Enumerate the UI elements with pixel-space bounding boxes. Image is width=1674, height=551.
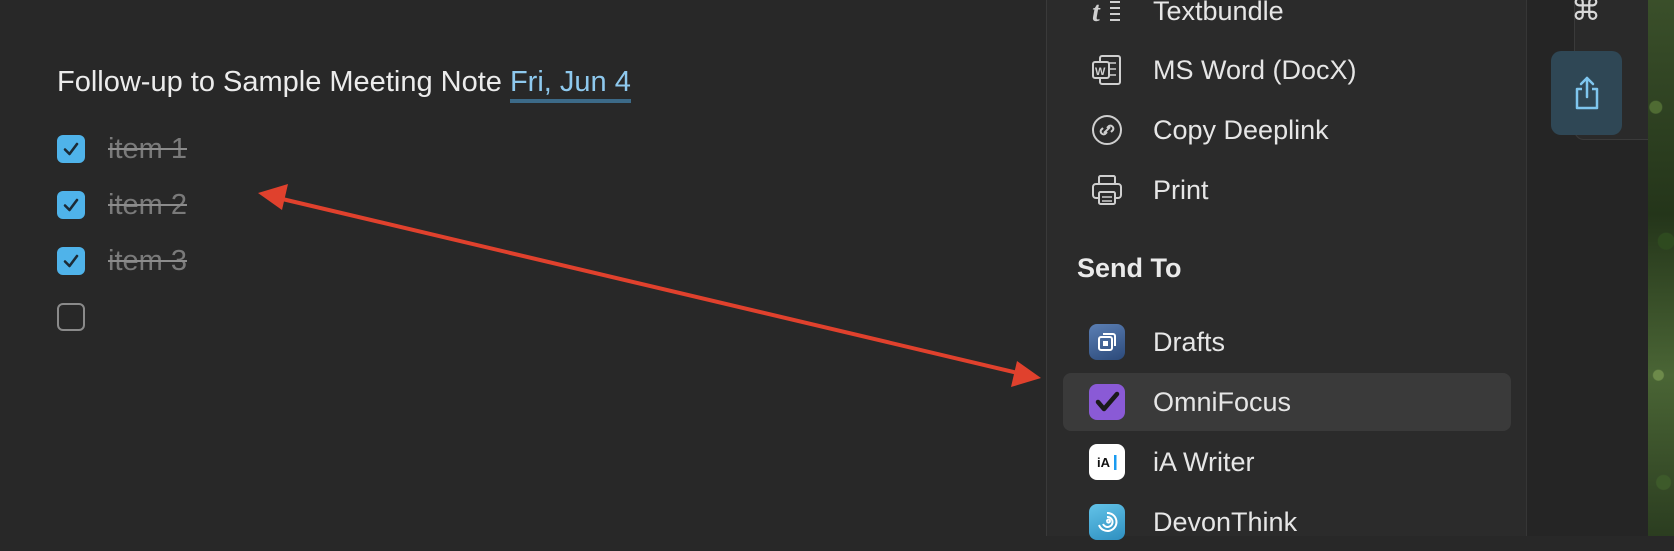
menu-item-copy-deeplink[interactable]: Copy Deeplink: [1063, 101, 1511, 159]
link-icon: [1089, 112, 1125, 148]
task-label: item 2: [108, 188, 187, 221]
menu-item-print[interactable]: Print: [1063, 161, 1511, 219]
desktop-background: [1648, 0, 1674, 536]
menu-item-textbundle[interactable]: t Textbundle: [1063, 0, 1511, 40]
note-title: Follow-up to Sample Meeting Note Fri, Ju…: [57, 66, 631, 103]
share-icon: [1575, 76, 1598, 110]
menu-item-drafts[interactable]: Drafts: [1063, 313, 1511, 371]
task-item: [57, 301, 108, 333]
ia-writer-app-icon: iA: [1089, 444, 1125, 480]
menu-item-label: MS Word (DocX): [1153, 54, 1357, 85]
menu-item-omnifocus[interactable]: OmniFocus: [1063, 373, 1511, 431]
checkmark-icon: [63, 142, 79, 156]
ms-word-icon: W: [1089, 52, 1125, 88]
command-button[interactable]: ⌘: [1550, 0, 1622, 30]
menu-item-label: Drafts: [1153, 326, 1226, 357]
omnifocus-app-icon: [1089, 384, 1125, 420]
note-editor[interactable]: Follow-up to Sample Meeting Note Fri, Ju…: [0, 0, 1046, 536]
command-icon: ⌘: [1571, 0, 1601, 27]
menu-item-devonthink[interactable]: DevonThink: [1063, 493, 1511, 551]
task-label: item 1: [108, 132, 187, 165]
send-to-heading: Send To: [1077, 253, 1182, 283]
checkmark-icon: [63, 254, 79, 268]
task-item: item 3: [57, 245, 187, 277]
menu-item-label: Copy Deeplink: [1153, 114, 1329, 145]
menu-item-label: iA Writer: [1153, 446, 1255, 477]
svg-text:t: t: [1092, 0, 1101, 28]
drafts-app-icon: [1089, 324, 1125, 360]
menu-item-label: Print: [1153, 174, 1209, 205]
date-link[interactable]: Fri, Jun 4: [509, 66, 631, 103]
share-button[interactable]: [1551, 51, 1622, 135]
devonthink-app-icon: [1089, 504, 1125, 540]
menu-item-ms-word[interactable]: W MS Word (DocX): [1063, 41, 1511, 99]
menu-item-label: DevonThink: [1153, 506, 1298, 537]
note-title-text: Follow-up to Sample Meeting Note: [57, 66, 502, 98]
textbundle-icon: t: [1089, 0, 1125, 29]
menu-item-label: Textbundle: [1153, 0, 1284, 26]
svg-text:iA: iA: [1097, 455, 1111, 470]
task-checkbox[interactable]: [57, 303, 85, 331]
svg-text:W: W: [1095, 66, 1106, 78]
checkmark-icon: [63, 198, 79, 212]
share-menu: t Textbundle W MS Word (DocX) Copy Deepl…: [1046, 0, 1526, 540]
task-item: item 1: [57, 133, 187, 165]
task-checkbox[interactable]: [57, 135, 85, 163]
task-checkbox[interactable]: [57, 191, 85, 219]
menu-item-label: OmniFocus: [1153, 386, 1292, 417]
task-item: item 2: [57, 189, 187, 221]
task-label: item 3: [108, 244, 187, 277]
menu-item-ia-writer[interactable]: iA iA Writer: [1063, 433, 1511, 491]
printer-icon: [1089, 172, 1125, 208]
task-checkbox[interactable]: [57, 247, 85, 275]
